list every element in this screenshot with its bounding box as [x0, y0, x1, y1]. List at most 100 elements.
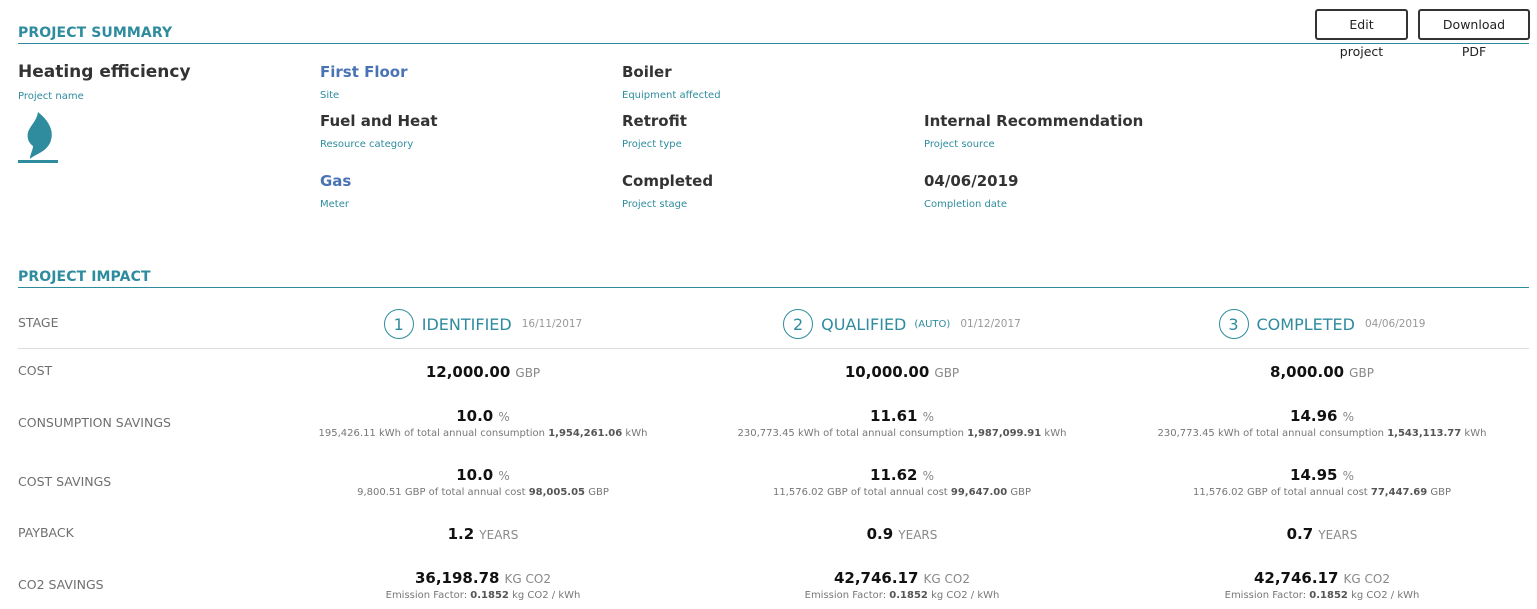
project-stage-field: Completed Project stage	[622, 172, 713, 210]
payback-cell: 0.9 YEARS	[692, 524, 1112, 543]
payback-value: 0.7	[1286, 525, 1314, 543]
edit-project-button[interactable]: Edit project	[1315, 9, 1408, 59]
summary-divider	[18, 43, 1529, 44]
meter-field: Gas Meter	[320, 172, 351, 210]
emission-factor: Emission Factor: 0.1852 kg CO2 / kWh	[1224, 590, 1420, 601]
payback-value: 1.2	[447, 525, 475, 543]
cost-cell: 10,000.00 GBP	[692, 362, 1112, 381]
cost-value: 10,000.00	[844, 363, 930, 381]
co2-savings-cell: 42,746.17 KG CO2 Emission Factor: 0.1852…	[1112, 568, 1532, 601]
stage-header-identified: 1 IDENTIFIED 16/11/2017	[273, 309, 693, 339]
row-label-co2-savings: CO2 SAVINGS	[18, 577, 104, 592]
meter-link[interactable]: Gas	[320, 172, 351, 190]
pct-unit: %	[922, 469, 934, 483]
flame-icon	[18, 112, 58, 164]
project-type-value: Retrofit	[622, 112, 687, 130]
pct-unit: %	[1342, 469, 1354, 483]
stage-header-qualified: 2 QUALIFIED (AUTO) 01/12/2017	[692, 309, 1112, 339]
stage-number-badge: 3	[1218, 309, 1249, 339]
pct-unit: %	[1342, 410, 1354, 424]
consumption-pct: 11.61	[870, 407, 918, 425]
cost-savings-cell: 11.62 % 11,576.02 GBP of total annual co…	[692, 465, 1112, 498]
stage-auto-tag: (AUTO)	[914, 318, 951, 330]
row-label-cost-savings: COST SAVINGS	[18, 474, 112, 489]
pct-unit: %	[498, 410, 510, 424]
pct-unit: %	[922, 410, 934, 424]
site-field: First Floor Site	[320, 63, 408, 101]
cost-cell: 8,000.00 GBP	[1112, 362, 1532, 381]
cost-savings-pct: 10.0	[456, 466, 494, 484]
cost-savings-cell: 10.0 % 9,800.51 GBP of total annual cost…	[273, 465, 693, 498]
stage-row-divider	[18, 348, 1529, 349]
stage-name: IDENTIFIED	[421, 314, 512, 334]
stage-number-badge: 2	[783, 309, 814, 339]
cost-value: 8,000.00	[1270, 363, 1345, 381]
payback-cell: 0.7 YEARS	[1112, 524, 1532, 543]
co2-value: 36,198.78	[414, 569, 500, 587]
equipment-field: Boiler Equipment affected	[622, 63, 721, 101]
payback-unit: YEARS	[1318, 528, 1358, 542]
project-source-label: Project source	[924, 139, 995, 150]
emission-factor: Emission Factor: 0.1852 kg CO2 / kWh	[804, 590, 1000, 601]
cost-savings-detail: 11,576.02 GBP of total annual cost 77,44…	[1192, 487, 1452, 498]
row-label-payback: PAYBACK	[18, 525, 74, 540]
equipment-value: Boiler	[622, 63, 672, 81]
site-link[interactable]: First Floor	[320, 63, 408, 81]
row-label-stage: STAGE	[18, 315, 59, 330]
stage-date: 16/11/2017	[521, 318, 583, 330]
completion-date-field: 04/06/2019 Completion date	[924, 172, 1018, 210]
project-type-field: Retrofit Project type	[622, 112, 687, 150]
project-stage-label: Project stage	[622, 199, 688, 210]
stage-name: COMPLETED	[1256, 314, 1355, 334]
payback-value: 0.9	[866, 525, 894, 543]
download-pdf-button[interactable]: Download PDF	[1418, 9, 1530, 59]
cost-savings-detail: 11,576.02 GBP of total annual cost 99,64…	[772, 487, 1032, 498]
cost-unit: GBP	[1349, 366, 1374, 380]
resource-value: Fuel and Heat	[320, 112, 438, 130]
payback-unit: YEARS	[898, 528, 938, 542]
consumption-detail: 230,773.45 kWh of total annual consumpti…	[1157, 428, 1487, 439]
cost-savings-detail: 9,800.51 GBP of total annual cost 98,005…	[357, 487, 609, 498]
cost-savings-cell: 14.95 % 11,576.02 GBP of total annual co…	[1112, 465, 1532, 498]
impact-section-title: PROJECT IMPACT	[18, 269, 151, 285]
payback-cell: 1.2 YEARS	[273, 524, 693, 543]
pct-unit: %	[498, 469, 510, 483]
equipment-label: Equipment affected	[622, 90, 721, 101]
row-label-cost: COST	[18, 363, 53, 378]
resource-field: Fuel and Heat Resource category	[320, 112, 438, 150]
project-source-value: Internal Recommendation	[924, 112, 1144, 130]
co2-unit: KG CO2	[504, 572, 551, 586]
cost-cell: 12,000.00 GBP	[273, 362, 693, 381]
consumption-detail: 195,426.11 kWh of total annual consumpti…	[318, 428, 648, 439]
cost-savings-pct: 14.95	[1290, 466, 1338, 484]
consumption-savings-cell: 11.61 % 230,773.45 kWh of total annual c…	[692, 406, 1112, 439]
stage-header-completed: 3 COMPLETED 04/06/2019	[1112, 309, 1532, 339]
co2-unit: KG CO2	[923, 572, 970, 586]
completion-date-label: Completion date	[924, 199, 1008, 210]
row-label-consumption-savings: CONSUMPTION SAVINGS	[18, 415, 171, 430]
project-stage-value: Completed	[622, 172, 714, 190]
summary-section-title: PROJECT SUMMARY	[18, 25, 173, 41]
consumption-detail: 230,773.45 kWh of total annual consumpti…	[737, 428, 1067, 439]
consumption-savings-cell: 10.0 % 195,426.11 kWh of total annual co…	[273, 406, 693, 439]
cost-savings-pct: 11.62	[870, 466, 918, 484]
completion-date-value: 04/06/2019	[924, 172, 1019, 190]
co2-savings-cell: 36,198.78 KG CO2 Emission Factor: 0.1852…	[273, 568, 693, 601]
stage-date: 04/06/2019	[1364, 318, 1426, 330]
cost-value: 12,000.00	[425, 363, 511, 381]
cost-unit: GBP	[934, 366, 960, 380]
stage-name: QUALIFIED	[821, 314, 907, 334]
co2-value: 42,746.17	[1253, 569, 1339, 587]
consumption-pct: 14.96	[1290, 407, 1338, 425]
project-name-label: Project name	[18, 91, 84, 102]
co2-value: 42,746.17	[833, 569, 919, 587]
project-source-field: Internal Recommendation Project source	[924, 112, 1143, 150]
co2-unit: KG CO2	[1343, 572, 1390, 586]
project-name-field: Heating efficiency Project name	[18, 62, 191, 102]
emission-factor: Emission Factor: 0.1852 kg CO2 / kWh	[385, 590, 581, 601]
cost-unit: GBP	[515, 366, 541, 380]
co2-savings-cell: 42,746.17 KG CO2 Emission Factor: 0.1852…	[692, 568, 1112, 601]
project-name-value: Heating efficiency	[18, 62, 191, 82]
site-label: Site	[320, 90, 340, 101]
consumption-savings-cell: 14.96 % 230,773.45 kWh of total annual c…	[1112, 406, 1532, 439]
